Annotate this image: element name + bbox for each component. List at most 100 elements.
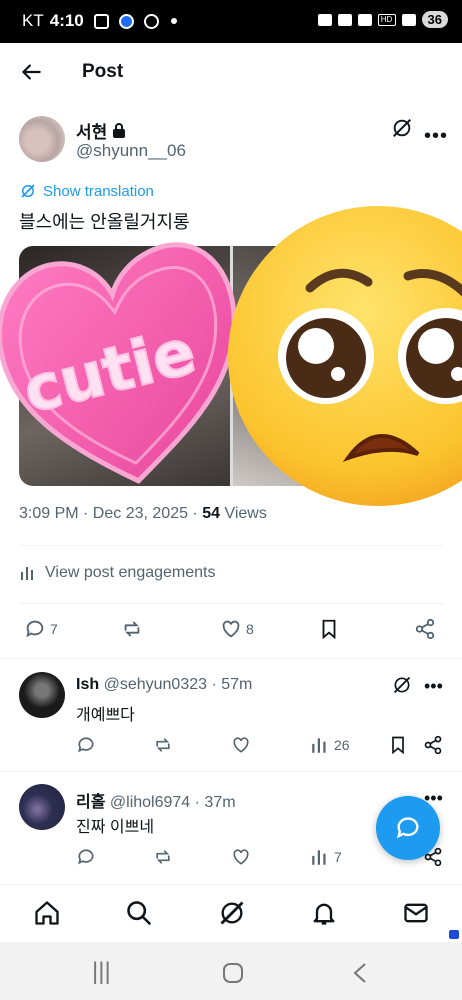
bookmark-icon: [392, 736, 404, 755]
mute-icon: [337, 13, 352, 26]
post-header: Post: [0, 43, 462, 103]
reply-icon: [26, 620, 44, 638]
divider: [0, 658, 462, 659]
home-icon[interactable]: [33, 899, 61, 927]
reply-avatar[interactable]: [19, 784, 65, 830]
bookmark-button[interactable]: [388, 735, 408, 755]
reply-icon: [78, 849, 94, 865]
divider: [0, 771, 462, 772]
reply-button[interactable]: 7: [24, 618, 58, 640]
chrome-icon: [143, 13, 159, 29]
show-translation-link[interactable]: Show translation: [19, 182, 154, 200]
folder-icon: [317, 13, 332, 26]
search-icon[interactable]: [125, 899, 153, 927]
views-count: 26: [334, 737, 350, 753]
reply-item[interactable]: Ish @sehyun0323 · 57m 개예쁘다 ••• 26: [0, 672, 462, 782]
post-timestamp: 3:09 PM · Dec 23, 2025 · 54 Views: [19, 505, 267, 523]
like-button[interactable]: [231, 735, 251, 755]
analytics-icon: [21, 567, 33, 580]
notification-badge-icon: [449, 930, 459, 939]
show-translation-label[interactable]: Show translation: [43, 183, 154, 200]
repost-button[interactable]: [121, 618, 143, 640]
views-label: Views: [220, 505, 267, 522]
analytics-icon: [312, 850, 326, 865]
like-count: 8: [246, 621, 254, 637]
wifi-icon: [357, 13, 372, 26]
more-notifications-dot: [170, 18, 177, 24]
page-title: Post: [82, 61, 124, 82]
grok-nav-icon[interactable]: [218, 899, 246, 927]
screenshot-icon: [93, 13, 109, 29]
repost-button[interactable]: [153, 735, 173, 755]
heart-icon: [233, 737, 249, 753]
more-options-icon[interactable]: •••: [424, 676, 443, 697]
notifications-bell-icon[interactable]: [310, 899, 338, 927]
carrier-label: KT: [22, 11, 44, 30]
status-bar: KT 4:10 HD 36: [0, 0, 462, 43]
views-button[interactable]: 7: [310, 847, 342, 867]
author-name-row[interactable]: 서현: [76, 118, 126, 143]
share-button[interactable]: [414, 618, 436, 640]
share-icon: [415, 618, 435, 640]
repost-icon: [124, 621, 140, 637]
reply-text: 개예쁘다: [76, 707, 135, 724]
home-button-icon[interactable]: [222, 962, 244, 984]
reply-handle-time: @lihol6974 · 37m: [109, 794, 236, 811]
author-avatar[interactable]: [19, 116, 65, 162]
system-navigation-bar: |||: [0, 942, 462, 1000]
share-button[interactable]: [423, 735, 443, 755]
divider: [19, 545, 443, 546]
signal-icon: [401, 13, 416, 26]
back-button-icon[interactable]: [352, 962, 368, 984]
view-engagements-link[interactable]: View post engagements: [19, 564, 215, 582]
like-button[interactable]: 8: [220, 618, 254, 640]
reply-header: Ish @sehyun0323 · 57m: [76, 676, 252, 694]
cutie-heart-sticker: cutie: [0, 242, 237, 484]
grok-icon[interactable]: [391, 117, 413, 139]
more-options-icon[interactable]: •••: [424, 125, 448, 148]
reply-avatar[interactable]: [19, 672, 65, 718]
author-name[interactable]: 서현: [76, 118, 107, 143]
author-handle[interactable]: @shyunn__06: [76, 141, 186, 161]
battery-level: 36: [421, 11, 448, 28]
repost-icon: [156, 850, 170, 864]
bookmark-icon: [322, 619, 336, 640]
repost-icon: [156, 738, 170, 752]
app-notification-icon: [118, 13, 134, 29]
lock-icon: [113, 123, 126, 138]
share-icon: [424, 735, 442, 755]
reply-button[interactable]: [76, 847, 96, 867]
divider: [19, 603, 443, 604]
analytics-icon: [312, 738, 326, 753]
reply-header: 리홀 @lihol6974 · 37m: [76, 788, 236, 812]
reply-author-name[interactable]: 리홀: [76, 794, 105, 811]
grok-translate-icon: [21, 184, 35, 198]
compose-reply-button[interactable]: [376, 796, 440, 860]
heart-icon: [222, 620, 240, 638]
recent-apps-icon[interactable]: |||: [92, 958, 111, 986]
reply-button[interactable]: [76, 735, 96, 755]
timestamp-text: 3:09 PM · Dec 23, 2025 ·: [19, 505, 203, 522]
like-button[interactable]: [231, 847, 251, 867]
reply-handle-time: @sehyun0323 · 57m: [103, 676, 253, 693]
reply-author-name[interactable]: Ish: [76, 676, 99, 693]
repost-button[interactable]: [153, 847, 173, 867]
back-arrow-icon[interactable]: [18, 59, 44, 85]
engagements-label[interactable]: View post engagements: [45, 564, 215, 582]
post-action-bar: 7 8: [0, 618, 462, 648]
views-count: 54: [202, 505, 220, 522]
bottom-navigation: [0, 884, 462, 942]
bookmark-button[interactable]: [318, 618, 340, 640]
reply-text: 진짜 이쁘네: [76, 819, 155, 836]
heart-icon: [233, 849, 249, 865]
messages-icon[interactable]: [402, 899, 430, 927]
pleading-face-emoji-sticker: [228, 206, 462, 506]
views-count: 7: [334, 849, 342, 865]
clock: 4:10: [49, 11, 84, 30]
post-text: 블스에는 안올릴거지롱: [19, 212, 190, 232]
grok-icon[interactable]: [392, 675, 412, 695]
hd-icon: HD: [377, 13, 396, 26]
reply-count: 7: [50, 621, 58, 637]
views-button[interactable]: 26: [310, 735, 350, 755]
chat-bubble-icon: [396, 817, 419, 839]
